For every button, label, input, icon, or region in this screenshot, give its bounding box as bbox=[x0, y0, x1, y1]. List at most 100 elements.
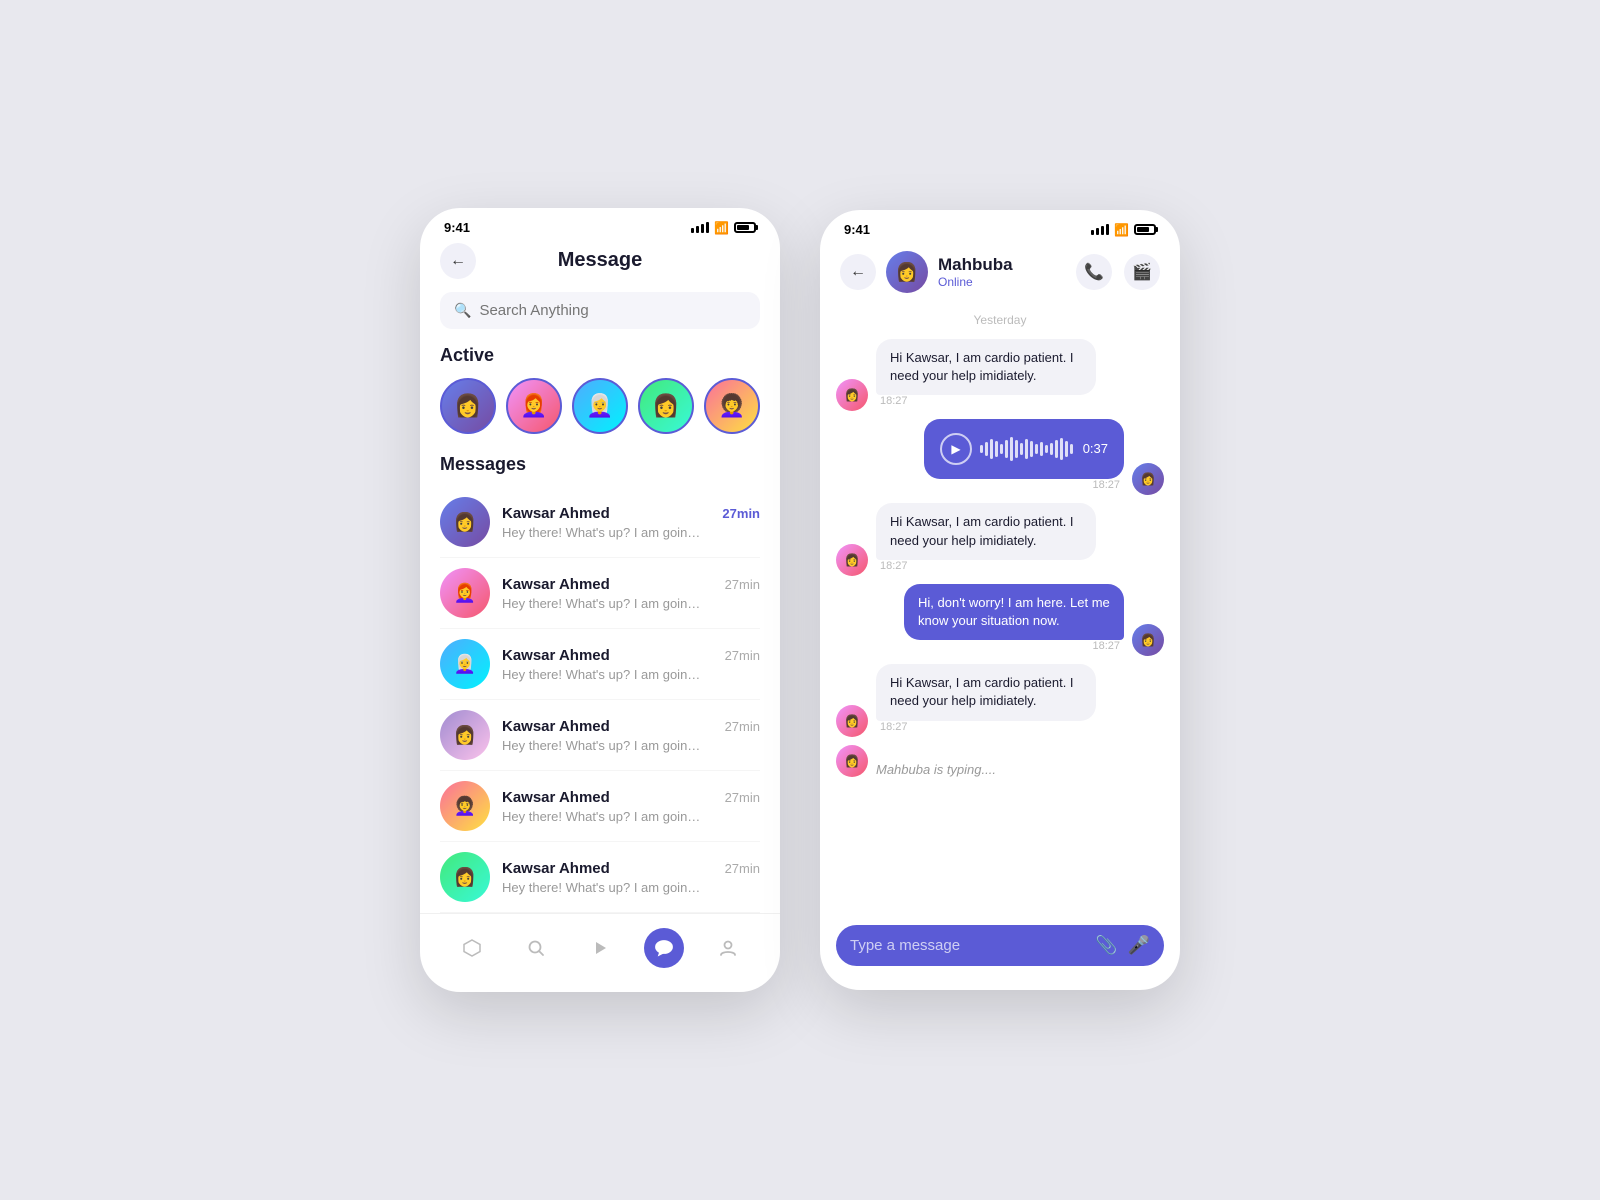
back-button[interactable]: ← bbox=[440, 243, 476, 279]
active-user-avatar[interactable]: 👩 bbox=[638, 378, 694, 434]
wave-bar bbox=[1065, 441, 1068, 457]
message-input[interactable] bbox=[850, 937, 1085, 954]
messages-header: ← Message bbox=[420, 241, 780, 284]
wave-bar bbox=[1030, 441, 1033, 457]
list-item[interactable]: 👩‍🦱 Kawsar Ahmed 27min Hey there! What's… bbox=[440, 771, 760, 842]
wave-bar bbox=[1005, 440, 1008, 458]
msg-sender-name: Kawsar Ahmed bbox=[502, 789, 610, 806]
sent-bubble-group: Hi, don't worry! I am here. Let me know … bbox=[904, 584, 1124, 656]
chat-nav[interactable] bbox=[644, 928, 684, 968]
search-input[interactable] bbox=[479, 302, 746, 319]
received-time: 18:27 bbox=[876, 721, 1096, 737]
msg-info: Kawsar Ahmed 27min Hey there! What's up?… bbox=[502, 860, 760, 895]
voice-duration: 0:37 bbox=[1083, 440, 1108, 458]
received-bubble-group: Hi Kawsar, I am cardio patient. I need y… bbox=[876, 664, 1096, 736]
chat-back-button[interactable]: ← bbox=[840, 254, 876, 290]
msg-sender-name: Kawsar Ahmed bbox=[502, 576, 610, 593]
mic-icon[interactable]: 🎤 bbox=[1128, 935, 1150, 956]
typing-avatar: 👩 bbox=[836, 745, 868, 777]
phone-messages-list: 9:41 📶 ← Message 🔍 Active 👩👩‍🦰👩‍🦳👩👩‍🦱 Me… bbox=[420, 208, 780, 992]
list-item[interactable]: 👩 Kawsar Ahmed 27min Hey there! What's u… bbox=[440, 842, 760, 913]
received-avatar: 👩 bbox=[836, 379, 868, 411]
chat-actions: 📞 🎬 bbox=[1076, 254, 1160, 290]
received-bubble: Hi Kawsar, I am cardio patient. I need y… bbox=[876, 503, 1096, 559]
signal-icon-2 bbox=[1091, 224, 1109, 235]
chat-header: ← 👩 Mahbuba Online 📞 🎬 bbox=[820, 243, 1180, 305]
wave-bar bbox=[980, 445, 983, 453]
msg-info: Kawsar Ahmed 27min Hey there! What's up?… bbox=[502, 576, 760, 611]
msg-name-row: Kawsar Ahmed 27min bbox=[502, 789, 760, 806]
received-avatar: 👩 bbox=[836, 705, 868, 737]
active-user-avatar[interactable]: 👩‍🦳 bbox=[572, 378, 628, 434]
status-bar-2: 9:41 📶 bbox=[820, 210, 1180, 243]
messages-section-title: Messages bbox=[420, 454, 780, 487]
received-message: 👩 Hi Kawsar, I am cardio patient. I need… bbox=[836, 664, 1164, 736]
msg-preview: Hey there! What's up? I am going.... bbox=[502, 596, 702, 611]
active-users-list: 👩👩‍🦰👩‍🦳👩👩‍🦱 bbox=[420, 378, 780, 454]
profile-nav[interactable] bbox=[708, 928, 748, 968]
received-bubble: Hi Kawsar, I am cardio patient. I need y… bbox=[876, 339, 1096, 395]
page-title: Message bbox=[558, 249, 643, 272]
active-user-avatar[interactable]: 👩‍🦱 bbox=[704, 378, 760, 434]
chat-user-info: Mahbuba Online bbox=[938, 255, 1066, 289]
list-item[interactable]: 👩 Kawsar Ahmed 27min Hey there! What's u… bbox=[440, 487, 760, 558]
received-bubble-group: Hi Kawsar, I am cardio patient. I need y… bbox=[876, 503, 1096, 575]
wave-bar bbox=[1050, 443, 1053, 455]
msg-time: 27min bbox=[725, 577, 760, 592]
wave-bar bbox=[995, 441, 998, 457]
video-call-button[interactable]: 🎬 bbox=[1124, 254, 1160, 290]
voice-message: ▶ 0:37 18:27 👩 bbox=[836, 419, 1164, 495]
msg-sender-name: Kawsar Ahmed bbox=[502, 647, 610, 664]
msg-info: Kawsar Ahmed 27min Hey there! What's up?… bbox=[502, 718, 760, 753]
wave-bar bbox=[1025, 439, 1028, 459]
received-message: 👩 Hi Kawsar, I am cardio patient. I need… bbox=[836, 503, 1164, 575]
play-nav[interactable] bbox=[580, 928, 620, 968]
status-icons-2: 📶 bbox=[1091, 223, 1156, 237]
msg-preview: Hey there! What's up? I am going.... bbox=[502, 525, 702, 540]
list-item[interactable]: 👩 Kawsar Ahmed 27min Hey there! What's u… bbox=[440, 700, 760, 771]
msg-avatar: 👩 bbox=[440, 497, 490, 547]
sent-bubble: Hi, don't worry! I am here. Let me know … bbox=[904, 584, 1124, 640]
list-item[interactable]: 👩‍🦰 Kawsar Ahmed 27min Hey there! What's… bbox=[440, 558, 760, 629]
received-message: 👩 Hi Kawsar, I am cardio patient. I need… bbox=[836, 339, 1164, 411]
msg-name-row: Kawsar Ahmed 27min bbox=[502, 505, 760, 522]
msg-info: Kawsar Ahmed 27min Hey there! What's up?… bbox=[502, 647, 760, 682]
typing-text: Mahbuba is typing.... bbox=[876, 762, 996, 777]
search-icon: 🔍 bbox=[454, 302, 471, 319]
msg-avatar: 👩‍🦰 bbox=[440, 568, 490, 618]
chat-input-area[interactable]: 📎 🎤 bbox=[836, 925, 1164, 966]
bottom-nav bbox=[420, 913, 780, 992]
typing-indicator: 👩 Mahbuba is typing.... bbox=[836, 745, 1164, 777]
messages-list: 👩 Kawsar Ahmed 27min Hey there! What's u… bbox=[420, 487, 780, 913]
voice-bubble[interactable]: ▶ 0:37 bbox=[924, 419, 1124, 479]
search-nav[interactable] bbox=[516, 928, 556, 968]
chat-user-status: Online bbox=[938, 275, 1066, 289]
msg-info: Kawsar Ahmed 27min Hey there! What's up?… bbox=[502, 505, 760, 540]
attach-icon[interactable]: 📎 bbox=[1095, 935, 1117, 956]
home-nav[interactable] bbox=[452, 928, 492, 968]
list-item[interactable]: 👩‍🦳 Kawsar Ahmed 27min Hey there! What's… bbox=[440, 629, 760, 700]
chat-user-name: Mahbuba bbox=[938, 255, 1066, 275]
msg-sender-name: Kawsar Ahmed bbox=[502, 860, 610, 877]
status-bar-1: 9:41 📶 bbox=[420, 208, 780, 241]
wave-bar bbox=[1055, 440, 1058, 458]
active-user-avatar[interactable]: 👩 bbox=[440, 378, 496, 434]
wave-bar bbox=[1015, 440, 1018, 458]
msg-name-row: Kawsar Ahmed 27min bbox=[502, 647, 760, 664]
wave-bar bbox=[1040, 442, 1043, 456]
wifi-icon-2: 📶 bbox=[1114, 223, 1129, 237]
active-user-avatar[interactable]: 👩‍🦰 bbox=[506, 378, 562, 434]
msg-name-row: Kawsar Ahmed 27min bbox=[502, 576, 760, 593]
received-avatar: 👩 bbox=[836, 544, 868, 576]
msg-avatar: 👩‍🦳 bbox=[440, 639, 490, 689]
msg-preview: Hey there! What's up? I am going.... bbox=[502, 667, 702, 682]
msg-name-row: Kawsar Ahmed 27min bbox=[502, 718, 760, 735]
received-time: 18:27 bbox=[876, 560, 1096, 576]
search-bar[interactable]: 🔍 bbox=[440, 292, 760, 329]
msg-name-row: Kawsar Ahmed 27min bbox=[502, 860, 760, 877]
msg-time: 27min bbox=[725, 648, 760, 663]
battery-icon-2 bbox=[1134, 224, 1156, 235]
chat-user-avatar: 👩 bbox=[886, 251, 928, 293]
call-button[interactable]: 📞 bbox=[1076, 254, 1112, 290]
play-button[interactable]: ▶ bbox=[940, 433, 972, 465]
